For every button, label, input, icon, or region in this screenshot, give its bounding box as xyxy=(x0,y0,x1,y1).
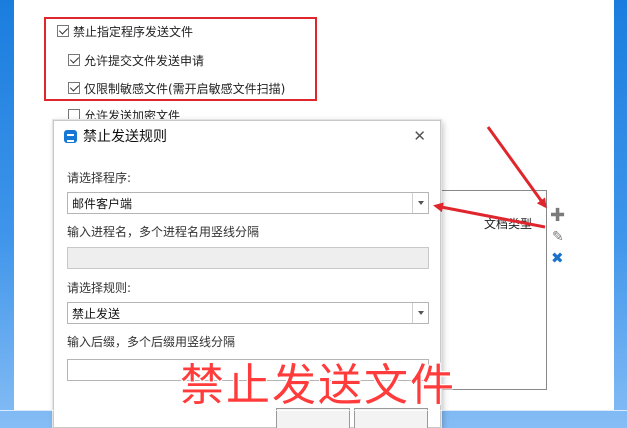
add-icon[interactable]: ✚ xyxy=(550,205,565,226)
dialog-title: 禁止发送规则 xyxy=(83,129,167,145)
edit-icon[interactable]: ✎ xyxy=(552,229,564,245)
process-label: 输入进程名，多个进程名用竖线分隔 xyxy=(67,225,260,239)
suffix-label: 输入后缀，多个后缀用竖线分隔 xyxy=(67,335,236,349)
program-select[interactable]: 邮件客户端 xyxy=(67,192,429,214)
delete-icon[interactable]: ✖ xyxy=(551,249,564,267)
dialog-titlebar: 禁止发送规则 ✕ xyxy=(54,121,440,151)
app-logo-icon xyxy=(64,129,77,143)
process-input[interactable] xyxy=(67,247,429,269)
chevron-down-icon[interactable] xyxy=(412,303,428,323)
chevron-down-icon[interactable] xyxy=(412,193,428,213)
close-icon[interactable]: ✕ xyxy=(413,127,426,145)
program-label: 请选择程序: xyxy=(67,171,132,185)
rule-select-value: 禁止发送 xyxy=(72,306,121,321)
rule-select[interactable]: 禁止发送 xyxy=(67,302,429,324)
column-header-file-type: 文档类型 xyxy=(484,217,533,231)
divider xyxy=(0,410,627,411)
rule-label: 请选择规则: xyxy=(67,281,132,295)
annotation-caption: 禁止发送文件 xyxy=(180,360,456,411)
highlight-box xyxy=(44,17,317,101)
program-select-value: 邮件客户端 xyxy=(72,196,133,211)
